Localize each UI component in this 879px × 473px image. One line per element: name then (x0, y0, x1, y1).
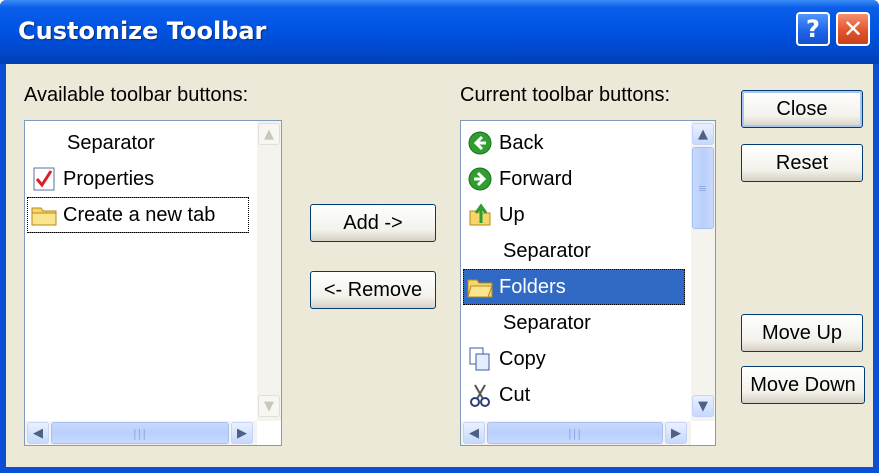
folders-icon (467, 274, 493, 300)
current-vertical-scrollbar[interactable]: ▲ ≡ ▼ (691, 121, 715, 421)
scroll-right-icon[interactable]: ▶ (665, 422, 687, 444)
title-bar[interactable]: Customize Toolbar ? ✕ (0, 0, 879, 64)
add-button[interactable]: Add -> (310, 204, 436, 242)
help-button[interactable]: ? (796, 12, 830, 46)
scroll-right-icon[interactable]: ▶ (231, 422, 253, 444)
scroll-thumb[interactable]: ||| (487, 422, 663, 444)
scroll-up-icon[interactable]: ▲ (258, 123, 280, 145)
remove-button[interactable]: <- Remove (310, 271, 436, 309)
close-icon: ✕ (842, 15, 864, 43)
list-item[interactable]: Separator (463, 233, 685, 269)
up-folder-icon (467, 202, 493, 228)
current-buttons-label: Current toolbar buttons: (460, 84, 671, 106)
scroll-up-icon[interactable]: ▲ (692, 123, 714, 145)
list-item[interactable]: Separator (27, 125, 249, 161)
scroll-thumb[interactable]: ≡ (692, 147, 714, 229)
scroll-left-icon[interactable]: ◀ (27, 422, 49, 444)
forward-arrow-icon (467, 166, 493, 192)
scroll-left-icon[interactable]: ◀ (463, 422, 485, 444)
properties-icon (31, 166, 57, 192)
cut-icon (467, 382, 493, 408)
window-close-button[interactable]: ✕ (836, 12, 870, 46)
available-buttons-label: Available toolbar buttons: (24, 84, 249, 106)
folder-icon (31, 202, 57, 228)
list-item[interactable]: Separator (463, 305, 685, 341)
customize-toolbar-window: Customize Toolbar ? ✕ Available toolbar … (0, 0, 879, 473)
list-item[interactable]: Properties (27, 161, 249, 197)
list-item[interactable]: Forward (463, 161, 685, 197)
scroll-thumb[interactable]: ||| (51, 422, 229, 444)
list-item-selected[interactable]: Folders (463, 269, 685, 305)
scroll-down-icon[interactable]: ▼ (258, 395, 280, 417)
close-button[interactable]: Close (741, 90, 863, 128)
move-down-button[interactable]: Move Down (741, 366, 865, 404)
copy-icon (467, 346, 493, 372)
available-vertical-scrollbar[interactable]: ▲ ▼ (257, 121, 281, 421)
move-up-button[interactable]: Move Up (741, 314, 863, 352)
current-horizontal-scrollbar[interactable]: ◀ ||| ▶ (461, 421, 691, 445)
list-item[interactable]: Copy (463, 341, 685, 377)
window-title: Customize Toolbar (18, 17, 267, 45)
available-buttons-list[interactable]: Separator Properties Create a new tab ▲ … (24, 120, 282, 446)
list-item[interactable]: Back (463, 125, 685, 161)
list-item[interactable]: Up (463, 197, 685, 233)
back-arrow-icon (467, 130, 493, 156)
help-icon: ? (806, 15, 820, 43)
scroll-down-icon[interactable]: ▼ (692, 395, 714, 417)
list-item[interactable]: Cut (463, 377, 685, 413)
reset-button[interactable]: Reset (741, 144, 863, 182)
dialog-body: Available toolbar buttons: Separator Pro… (6, 64, 873, 467)
current-buttons-list[interactable]: Back Forward Up Separator Folders Separa… (460, 120, 716, 446)
available-horizontal-scrollbar[interactable]: ◀ ||| ▶ (25, 421, 257, 445)
list-item[interactable]: Create a new tab (27, 197, 249, 233)
